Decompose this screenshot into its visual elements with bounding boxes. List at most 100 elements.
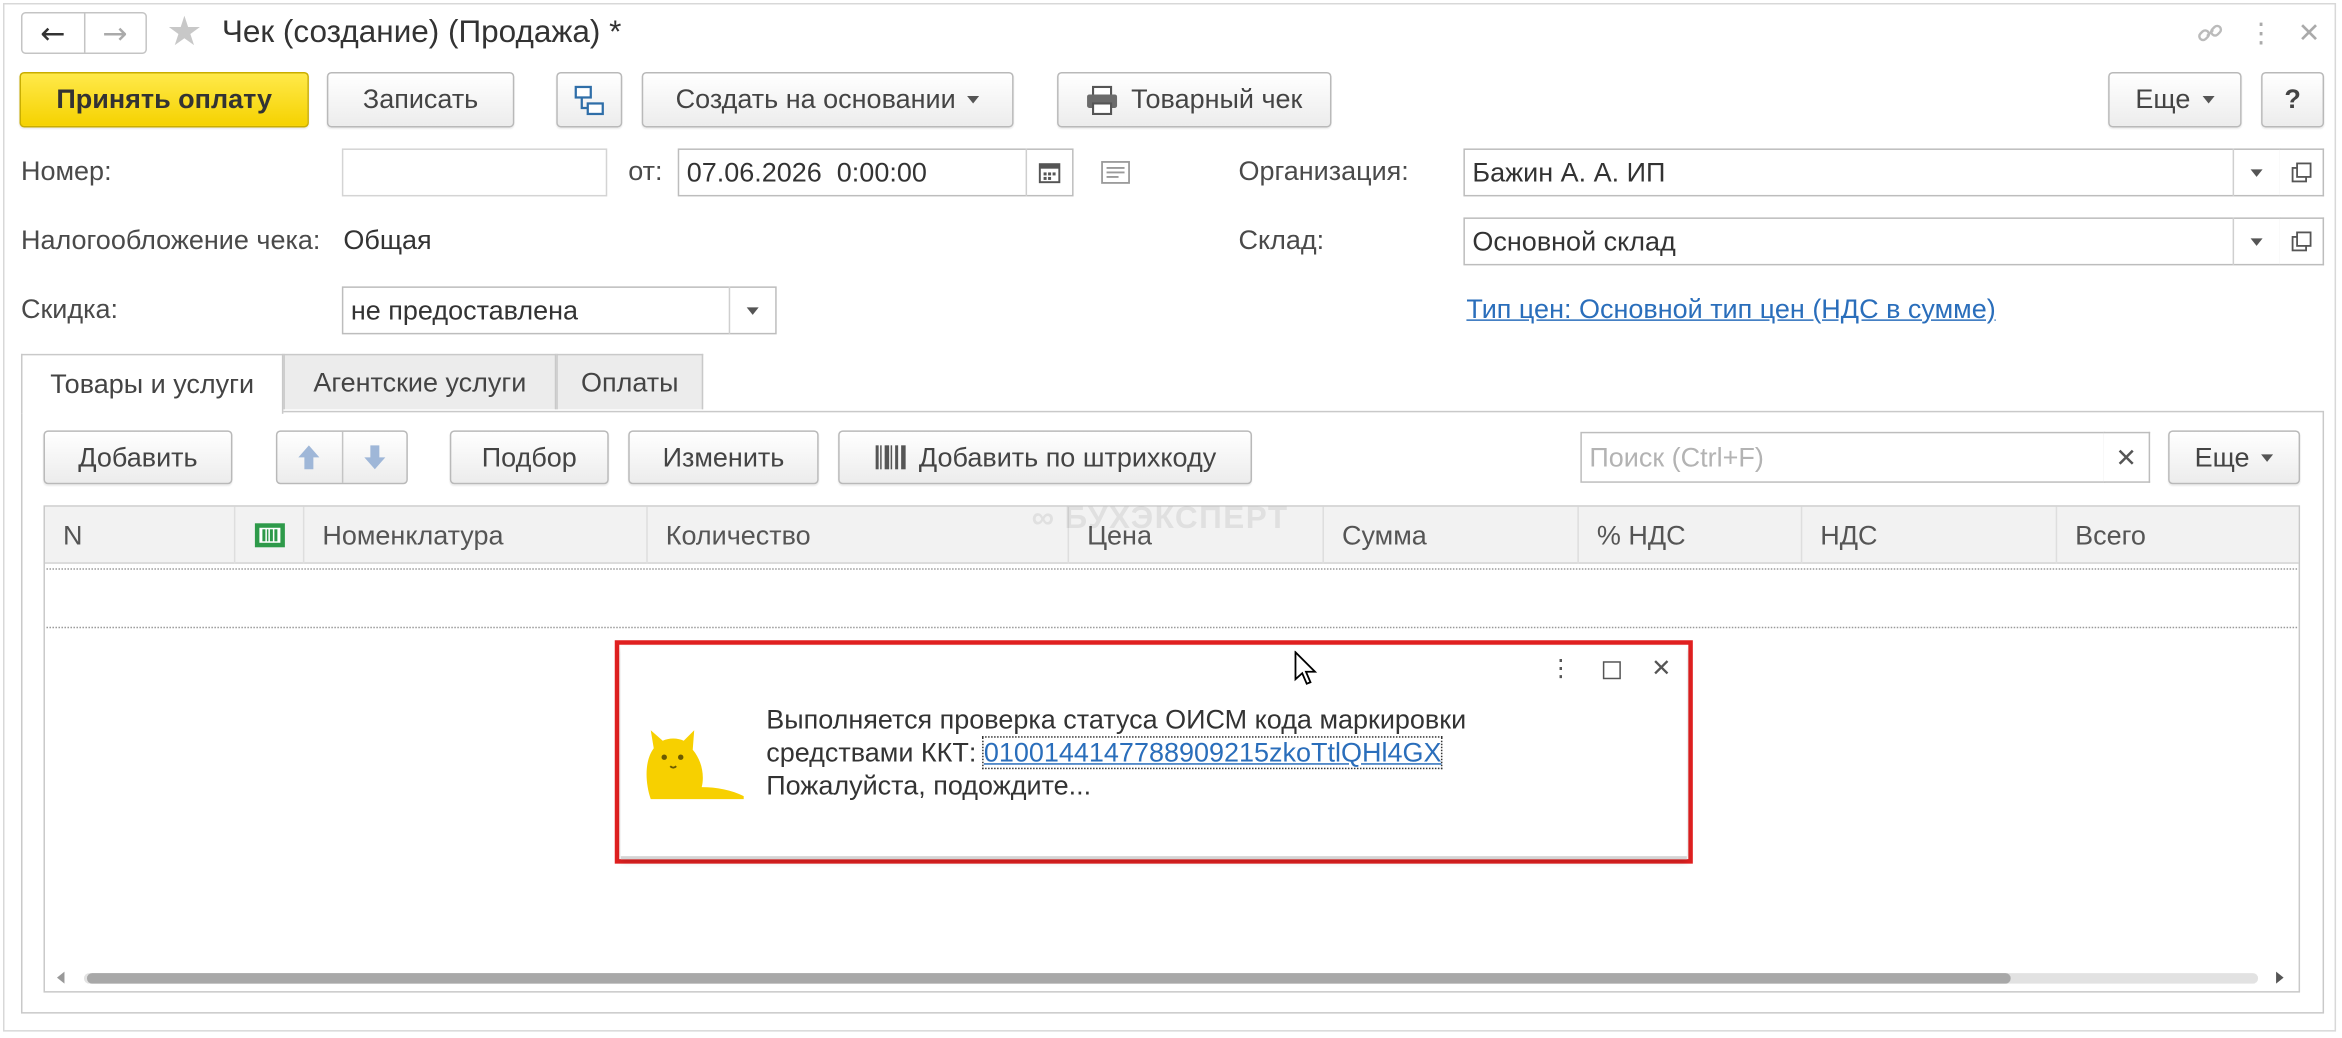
column-header-quantity[interactable]: Количество [648, 506, 1070, 564]
favorite-button[interactable]: ★ [162, 8, 207, 55]
search-placeholder: Поиск (Ctrl+F) [1589, 441, 1764, 472]
create-based-on-label: Создать на основании [675, 83, 956, 114]
date-value: 07.06.2026 0:00:00 [686, 156, 927, 187]
discount-label: Скидка: [20, 293, 119, 324]
link-button[interactable] [2192, 15, 2228, 51]
window-close-button[interactable]: ✕ [2291, 15, 2327, 51]
popup-menu-button[interactable]: ⋮ [1546, 654, 1576, 687]
marking-code-icon [254, 523, 285, 548]
popup-line-3: Пожалуйста, подождите... [766, 770, 1092, 801]
move-group [275, 430, 408, 485]
tab-agent-services[interactable]: Агентские услуги [283, 353, 557, 410]
document-structure-icon [574, 85, 604, 115]
chevron-down-icon [967, 95, 980, 104]
price-type-link[interactable]: Тип цен: Основной тип цен (НДС в сумме) [1466, 294, 1995, 325]
create-based-on-button[interactable]: Создать на основании [641, 71, 1014, 128]
column-header-n[interactable]: N [45, 506, 236, 564]
column-header-vat[interactable]: НДС [1802, 506, 2058, 564]
save-label: Записать [362, 83, 479, 114]
back-button[interactable]: ← [22, 13, 85, 53]
move-down-button[interactable] [343, 432, 407, 483]
nav-group: ← → [20, 11, 147, 54]
selection-button[interactable]: Подбор [449, 430, 609, 485]
close-icon: ✕ [2297, 17, 2321, 48]
discount-dropdown-button[interactable] [728, 286, 775, 335]
comment-button[interactable] [1099, 157, 1132, 187]
scroll-right-icon[interactable] [2276, 971, 2284, 984]
warehouse-field[interactable]: Основной склад [1463, 217, 2281, 266]
accept-payment-button[interactable]: Принять оплату [19, 71, 309, 128]
column-header-nomenclature[interactable]: Номенклатура [304, 506, 648, 564]
warehouse-value: Основной склад [1472, 225, 1676, 256]
organization-label: Организация: [1238, 155, 1409, 186]
help-label: ? [2284, 83, 2301, 114]
accept-payment-label: Принять оплату [56, 83, 273, 114]
document-structure-button[interactable] [556, 71, 623, 128]
horizontal-scrollbar[interactable] [56, 969, 2291, 990]
tab-payments[interactable]: Оплаты [556, 353, 704, 410]
column-header-total[interactable]: Всего [2057, 507, 2298, 564]
date-field[interactable]: 07.06.2026 0:00:00 [677, 148, 1074, 197]
document-form-window: ← → ★ Чек (создание) (Продажа) * ⋮ ✕ При… [0, 0, 2342, 1038]
close-icon: ✕ [1651, 656, 1672, 683]
popup-maximize-button[interactable] [1595, 654, 1628, 687]
barcode-icon [875, 445, 906, 470]
watermark-text: БУХЭКСПЕРТ [1064, 500, 1289, 536]
arrow-up-icon [298, 445, 320, 470]
more-button[interactable]: Еще [2108, 71, 2242, 128]
search-clear-button[interactable]: ✕ [2103, 431, 2151, 483]
scrollbar-thumb[interactable] [86, 973, 2011, 984]
move-up-button[interactable] [277, 431, 343, 483]
mouse-cursor-icon [1294, 650, 1318, 685]
star-icon: ★ [166, 8, 203, 55]
save-button[interactable]: Записать [326, 71, 515, 128]
forward-button[interactable]: → [85, 13, 146, 52]
product-receipt-button[interactable]: Товарный чек [1057, 71, 1332, 128]
selection-label: Подбор [481, 441, 577, 472]
discount-field[interactable]: не предоставлена [341, 286, 777, 335]
warehouse-open-button[interactable] [2279, 217, 2325, 266]
table-more-button[interactable]: Еще [2168, 430, 2301, 485]
more-vertical-icon: ⋮ [2247, 17, 2275, 48]
add-row-button[interactable]: Добавить [43, 430, 233, 485]
calendar-icon [1038, 163, 1061, 184]
organization-dropdown-button[interactable] [2232, 148, 2279, 197]
maximize-icon [1602, 661, 1621, 680]
column-header-vat-rate[interactable]: % НДС [1579, 506, 1803, 564]
window-title: Чек (создание) (Продажа) * [221, 14, 622, 50]
printer-icon [1087, 85, 1118, 115]
product-receipt-label: Товарный чек [1131, 83, 1303, 114]
window-menu-button[interactable]: ⋮ [2243, 15, 2279, 51]
edit-label: Изменить [662, 441, 785, 472]
add-by-barcode-button[interactable]: Добавить по штрихкоду [838, 430, 1252, 485]
organization-field[interactable]: Бажин А. А. ИП [1463, 148, 2281, 197]
search-input[interactable]: Поиск (Ctrl+F) [1580, 431, 2106, 483]
chevron-down-icon [2261, 453, 2274, 462]
marking-code-link[interactable]: 0100144147788909215zkoTtlQHl4GX [982, 736, 1444, 770]
table-empty-row[interactable] [46, 568, 2298, 629]
open-icon [2290, 231, 2311, 252]
popup-close-button[interactable]: ✕ [1645, 654, 1678, 687]
chevron-down-icon [2250, 168, 2263, 177]
table-more-label: Еще [2194, 441, 2250, 472]
scroll-left-icon[interactable] [56, 971, 65, 984]
arrow-left-icon: ← [40, 14, 66, 51]
column-header-marking[interactable] [235, 506, 305, 564]
calendar-button[interactable] [1025, 148, 1072, 197]
chevron-down-icon [2250, 237, 2263, 246]
more-label: Еще [2135, 83, 2191, 114]
edit-button[interactable]: Изменить [628, 430, 819, 485]
organization-value: Бажин А. А. ИП [1472, 156, 1666, 187]
waiting-cat-icon [646, 730, 744, 800]
organization-open-button[interactable] [2279, 148, 2325, 197]
column-header-sum[interactable]: Сумма [1324, 506, 1579, 564]
help-button[interactable]: ? [2261, 71, 2325, 128]
warehouse-dropdown-button[interactable] [2232, 217, 2279, 266]
number-field[interactable] [341, 148, 608, 197]
popup-line-1: Выполняется проверка статуса ОИСМ кода м… [766, 704, 1467, 735]
link-icon [2198, 24, 2223, 42]
add-row-label: Добавить [78, 441, 198, 472]
taxation-value: Общая [343, 224, 432, 255]
tab-goods-and-services[interactable]: Товары и услуги [20, 353, 284, 414]
add-by-barcode-label: Добавить по штрихкоду [918, 441, 1217, 472]
